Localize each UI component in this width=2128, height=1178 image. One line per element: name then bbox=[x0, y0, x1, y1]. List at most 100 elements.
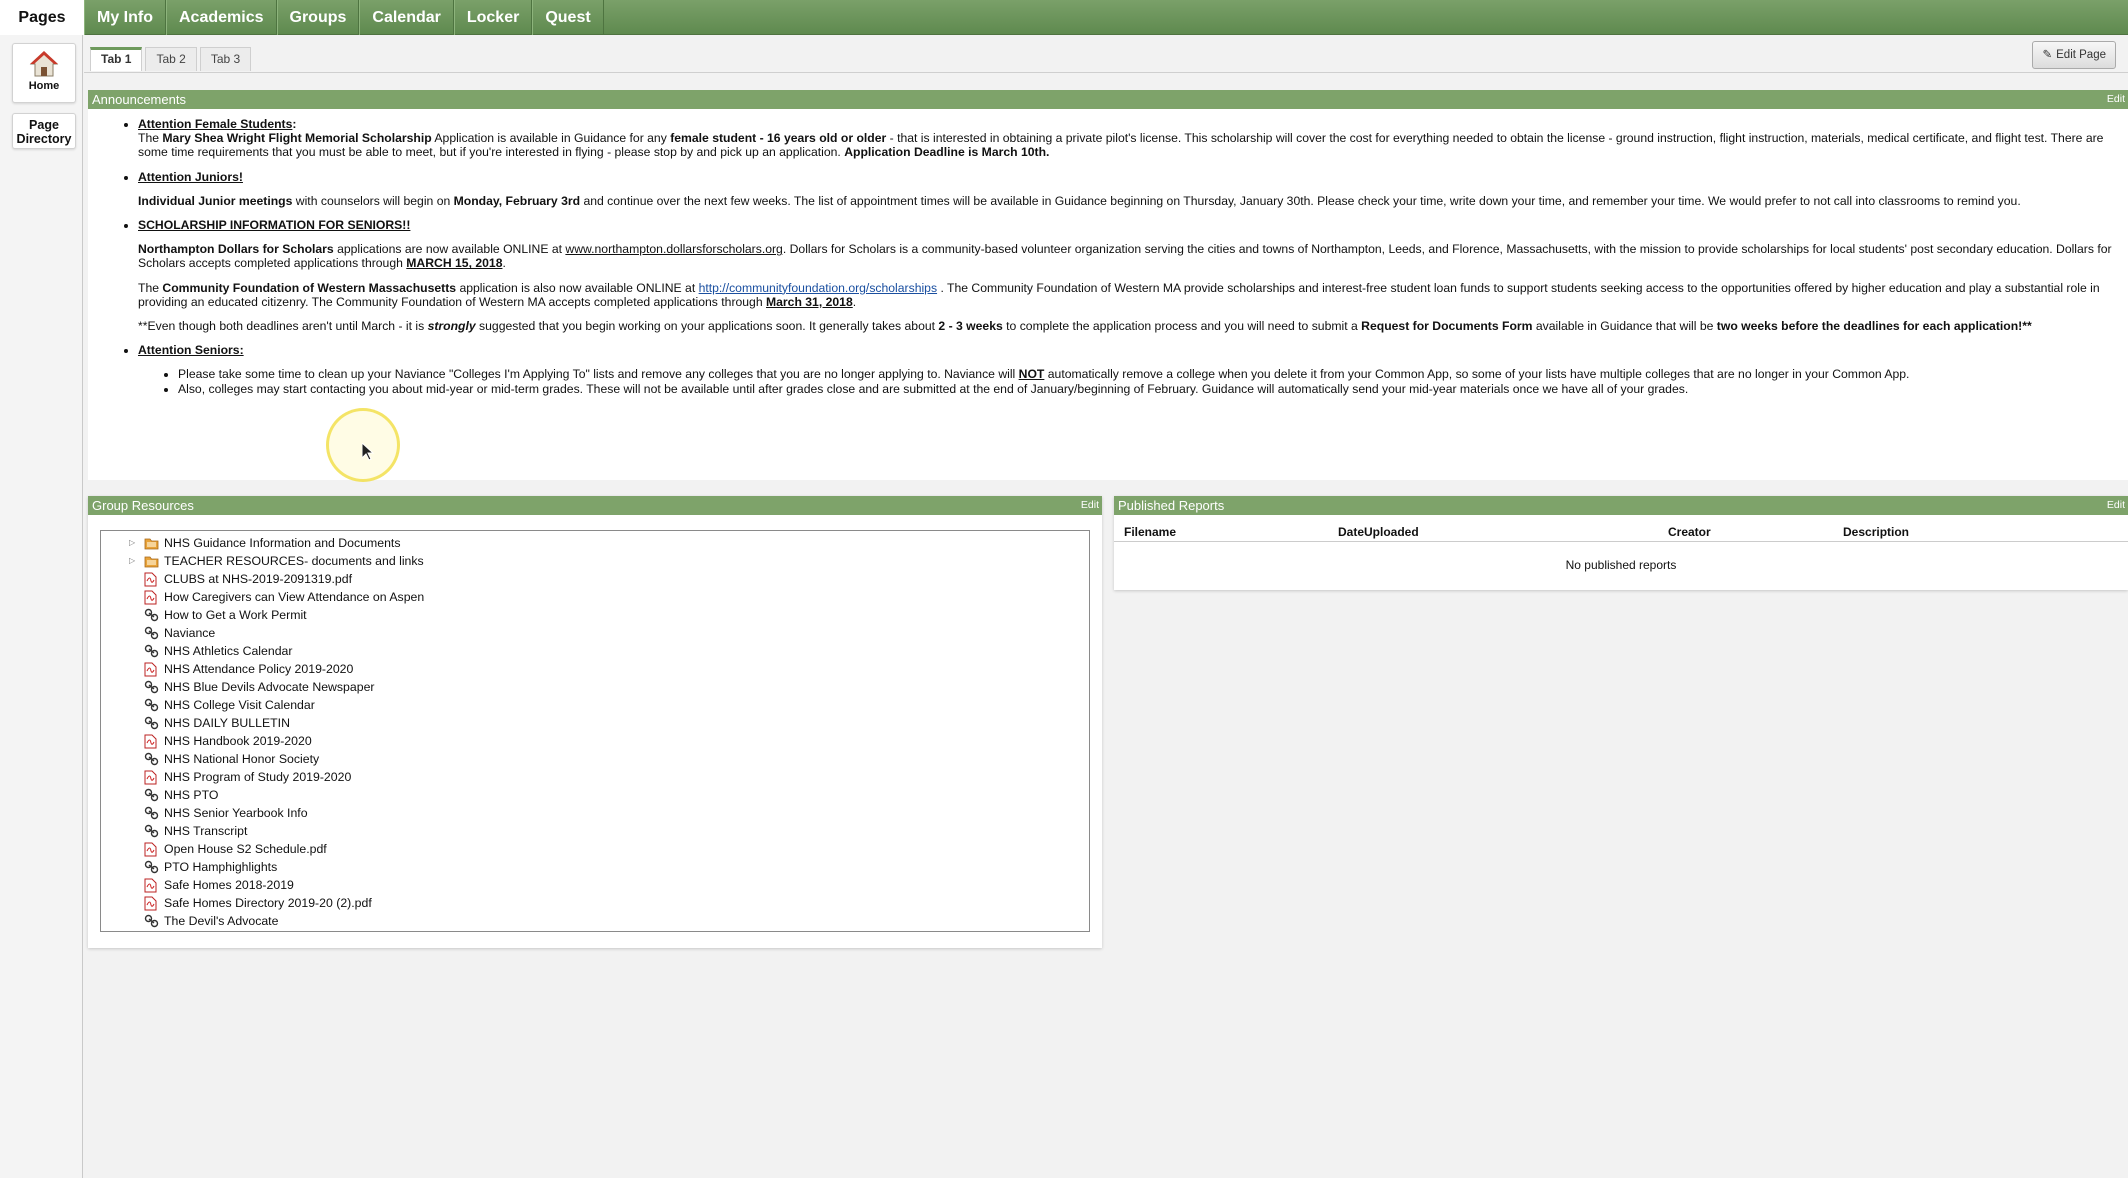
group-resources-header: Group Resources Edit bbox=[88, 496, 1102, 515]
tree-item-label: How Caregivers can View Attendance on As… bbox=[164, 590, 425, 604]
tree-item[interactable]: NHS Attendance Policy 2019-2020 bbox=[101, 660, 1089, 678]
pdf-icon bbox=[144, 572, 159, 587]
link-icon bbox=[144, 680, 159, 694]
nav-tab-academics[interactable]: Academics bbox=[166, 0, 277, 35]
pdf-icon bbox=[144, 770, 159, 785]
pdf-icon bbox=[144, 734, 159, 749]
nav-tab-calendar[interactable]: Calendar bbox=[359, 0, 454, 35]
pages-sidebar: Home Page Directory bbox=[0, 35, 83, 1178]
link-icon bbox=[144, 788, 159, 802]
sidebar-item-home[interactable]: Home bbox=[12, 43, 76, 103]
pencil-icon: ✎ bbox=[2042, 49, 2053, 61]
tree-item-label: NHS National Honor Society bbox=[164, 752, 320, 766]
pdf-icon bbox=[144, 662, 159, 677]
column-creator[interactable]: Creator bbox=[1658, 525, 1833, 542]
tree-item[interactable]: How to Get a Work Permit bbox=[101, 606, 1089, 624]
tree-item[interactable]: Naviance bbox=[101, 624, 1089, 642]
published-reports-table: Filename DateUploaded Creator Descriptio… bbox=[1114, 525, 2128, 572]
nav-tab-pages[interactable]: Pages bbox=[0, 0, 84, 35]
announcement-seniors: Attention Seniors: Please take some time… bbox=[138, 343, 2116, 396]
link-icon bbox=[144, 914, 159, 928]
page-tabs: Tab 1 Tab 2 Tab 3 bbox=[90, 47, 254, 71]
nav-tab-quest[interactable]: Quest bbox=[532, 0, 604, 35]
tree-item[interactable]: NHS Transcript bbox=[101, 822, 1089, 840]
tree-item[interactable]: NHS Athletics Calendar bbox=[101, 642, 1089, 660]
announcements-header: Announcements Edit bbox=[88, 90, 2128, 109]
dollars-for-scholars-link[interactable]: www.northampton.dollarsforscholars.org bbox=[565, 242, 782, 256]
announcements-edit-link[interactable]: Edit bbox=[2107, 90, 2125, 109]
tree-item[interactable]: Safe Homes Directory 2019-20 (2).pdf bbox=[101, 894, 1089, 912]
folder-icon bbox=[144, 536, 159, 550]
pdf-icon bbox=[144, 842, 159, 857]
tree-item-label: Open House S2 Schedule.pdf bbox=[164, 842, 327, 856]
sidebar-item-label: Home bbox=[28, 80, 60, 92]
column-filename[interactable]: Filename bbox=[1114, 525, 1328, 542]
tree-item[interactable]: CLUBS at NHS-2019-2091319.pdf bbox=[101, 570, 1089, 588]
published-reports-header: Published Reports Edit bbox=[1114, 496, 2128, 515]
expand-arrow-icon[interactable]: ▷ bbox=[129, 552, 135, 570]
announcements-panel: Announcements Edit Attention Female Stud… bbox=[88, 90, 2128, 480]
tree-item[interactable]: The Devil's Advocate bbox=[101, 912, 1089, 930]
tree-item-label: NHS Attendance Policy 2019-2020 bbox=[164, 662, 354, 676]
tree-item[interactable]: NHS Blue Devils Advocate Newspaper bbox=[101, 678, 1089, 696]
link-icon bbox=[144, 608, 159, 622]
tab-divider bbox=[84, 72, 2128, 73]
published-reports-edit-link[interactable]: Edit bbox=[2107, 496, 2125, 515]
top-navigation: Pages My Info Academics Groups Calendar … bbox=[0, 0, 2128, 35]
tree-item[interactable]: NHS Program of Study 2019-2020 bbox=[101, 768, 1089, 786]
tree-item-label: NHS Guidance Information and Documents bbox=[164, 536, 401, 550]
tree-folder[interactable]: ▷ TEACHER RESOURCES- documents and links bbox=[101, 552, 1089, 570]
nav-tab-locker[interactable]: Locker bbox=[453, 0, 533, 35]
group-resources-title: Group Resources bbox=[92, 498, 194, 513]
pdf-icon bbox=[144, 878, 159, 893]
column-date-uploaded[interactable]: DateUploaded bbox=[1328, 525, 1658, 542]
group-resources-edit-link[interactable]: Edit bbox=[1081, 496, 1099, 515]
link-icon bbox=[144, 824, 159, 838]
link-icon bbox=[144, 644, 159, 658]
tree-item[interactable]: Safe Homes 2018-2019 bbox=[101, 876, 1089, 894]
pdf-icon bbox=[144, 590, 159, 605]
announcements-body: Attention Female Students: The Mary Shea… bbox=[88, 109, 2128, 396]
tree-item[interactable]: NHS College Visit Calendar bbox=[101, 696, 1089, 714]
tree-item-label: CLUBS at NHS-2019-2091319.pdf bbox=[164, 572, 352, 586]
community-foundation-link[interactable]: http://communityfoundation.org/scholarsh… bbox=[699, 281, 937, 295]
link-icon bbox=[144, 698, 159, 712]
edit-page-button[interactable]: ✎ Edit Page bbox=[2032, 41, 2116, 69]
edit-page-label: Edit Page bbox=[2056, 49, 2106, 61]
tab-3[interactable]: Tab 3 bbox=[199, 47, 252, 71]
tree-item-label: Safe Homes Directory 2019-20 (2).pdf bbox=[164, 896, 372, 910]
tree-item[interactable]: NHS National Honor Society bbox=[101, 750, 1089, 768]
tree-item[interactable]: NHS PTO bbox=[101, 786, 1089, 804]
column-description[interactable]: Description bbox=[1833, 525, 2128, 542]
tree-item[interactable]: Open House S2 Schedule.pdf bbox=[101, 840, 1089, 858]
group-resources-panel: Group Resources Edit ▷ NHS Guidance Infor… bbox=[88, 496, 1102, 948]
seniors-bullet-naviance: Please take some time to clean up your N… bbox=[178, 367, 2116, 381]
announcement-female-students: Attention Female Students: The Mary Shea… bbox=[138, 117, 2116, 160]
published-reports-panel: Published Reports Edit Filename DateUplo… bbox=[1114, 496, 2128, 590]
tree-item[interactable]: NHS Senior Yearbook Info bbox=[101, 804, 1089, 822]
tab-1[interactable]: Tab 1 bbox=[90, 47, 143, 71]
seniors-bullet-midyear: Also, colleges may start contacting you … bbox=[178, 382, 2116, 396]
tree-item[interactable]: NHS Handbook 2019-2020 bbox=[101, 732, 1089, 750]
link-icon bbox=[144, 806, 159, 820]
nav-tab-my-info[interactable]: My Info bbox=[84, 0, 166, 35]
sidebar-item-page-directory[interactable]: Page Directory bbox=[12, 113, 76, 149]
tree-item-label: NHS Blue Devils Advocate Newspaper bbox=[164, 680, 375, 694]
announcement-juniors: Attention Juniors! Individual Junior mee… bbox=[138, 170, 2116, 208]
tree-item[interactable]: How Caregivers can View Attendance on As… bbox=[101, 588, 1089, 606]
announcements-title: Announcements bbox=[92, 92, 186, 107]
resource-tree: ▷ NHS Guidance Information and Documents ▷… bbox=[100, 530, 1090, 932]
announcement-senior-scholarships: SCHOLARSHIP INFORMATION FOR SENIORS!! No… bbox=[138, 218, 2116, 333]
tree-item[interactable]: PTO Hamphighlights bbox=[101, 858, 1089, 876]
tree-item[interactable]: NHS DAILY BULLETIN bbox=[101, 714, 1089, 732]
tree-folder[interactable]: ▷ NHS Guidance Information and Documents bbox=[101, 534, 1089, 552]
folder-icon bbox=[144, 554, 159, 568]
home-icon bbox=[29, 51, 59, 77]
empty-reports-message: No published reports bbox=[1565, 558, 1677, 572]
link-icon bbox=[144, 626, 159, 640]
expand-arrow-icon[interactable]: ▷ bbox=[129, 534, 135, 552]
tab-2[interactable]: Tab 2 bbox=[145, 47, 197, 71]
tree-item-label: TEACHER RESOURCES- documents and links bbox=[164, 554, 424, 568]
nav-tab-groups[interactable]: Groups bbox=[276, 0, 360, 35]
pdf-icon bbox=[144, 896, 159, 911]
